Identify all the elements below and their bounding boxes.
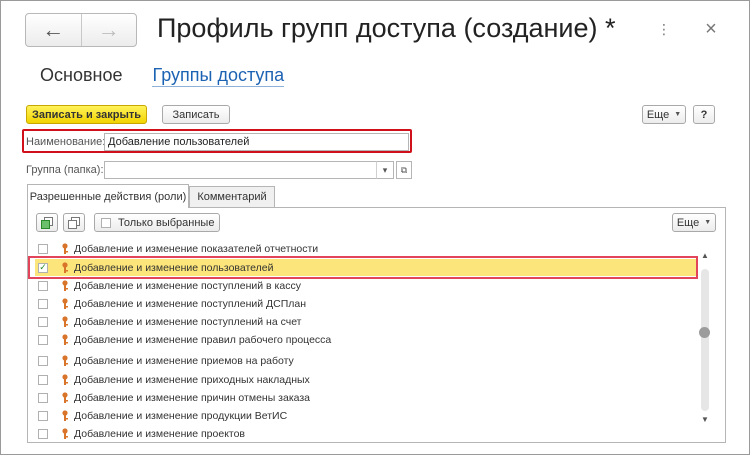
page-title: Профиль групп доступа (создание) *: [157, 13, 616, 43]
role-label: Добавление и изменение правил рабочего п…: [74, 333, 332, 346]
role-label: Добавление и изменение приходных накладн…: [74, 373, 310, 386]
open-icon: ⧉: [400, 164, 408, 175]
only-selected-toggle[interactable]: Только выбранные: [94, 213, 220, 232]
more-button[interactable]: Еще ▼: [642, 105, 686, 124]
key-icon: [60, 279, 70, 292]
chevron-down-icon: ▾: [382, 164, 388, 175]
close-icon: ×: [705, 17, 717, 40]
scroll-track[interactable]: [701, 269, 709, 411]
nav-buttons: ← →: [25, 13, 137, 47]
role-label: Добавление и изменение поступлений на сч…: [74, 315, 302, 328]
panel-more-button[interactable]: Еще ▼: [672, 213, 716, 232]
tab-roles[interactable]: Разрешенные действия (роли): [27, 184, 189, 208]
role-label: Добавление и изменение причин отмены зак…: [74, 391, 311, 404]
role-checkbox[interactable]: [38, 280, 48, 291]
arrow-right-icon: →: [97, 17, 120, 42]
save-button[interactable]: Записать: [162, 105, 230, 124]
role-label: Добавление и изменение проектов: [74, 427, 246, 440]
only-selected-label: Только выбранные: [118, 216, 215, 229]
back-button[interactable]: ←: [26, 14, 81, 46]
check-all-button[interactable]: [36, 213, 58, 232]
list-item[interactable]: Добавление и изменение продукции ВетИС: [35, 407, 697, 424]
role-label: Добавление и изменение показателей отчет…: [74, 242, 319, 255]
list-item[interactable]: Добавление и изменение показателей отчет…: [35, 240, 697, 257]
form-window: ← → Профиль групп доступа (создание) * ⋮…: [0, 0, 750, 455]
key-icon: [60, 315, 70, 328]
group-label: Группа (папка):: [26, 164, 104, 176]
role-checkbox[interactable]: [38, 410, 48, 421]
checkbox-icon: [101, 217, 111, 228]
list-item[interactable]: Добавление и изменение правил рабочего п…: [35, 331, 697, 348]
tab-access-groups[interactable]: Группы доступа: [152, 65, 285, 87]
key-icon: [60, 297, 70, 310]
list-item[interactable]: Добавление и изменение поступлений ДСПла…: [35, 295, 697, 312]
role-checkbox[interactable]: [38, 392, 48, 403]
uncheck-all-button[interactable]: [63, 213, 85, 232]
more-label: Еще: [646, 108, 670, 121]
list-item[interactable]: Добавление и изменение приходных накладн…: [35, 371, 697, 388]
close-button[interactable]: ×: [700, 18, 722, 40]
group-input[interactable]: [104, 161, 394, 179]
key-icon: [60, 373, 70, 386]
list-item[interactable]: Добавление и изменение поступлений на сч…: [35, 313, 697, 330]
list-item[interactable]: Добавление и изменение причин отмены зак…: [35, 389, 697, 406]
key-icon: [60, 427, 70, 440]
role-checkbox[interactable]: [38, 316, 48, 327]
key-icon: [60, 409, 70, 422]
role-checkbox[interactable]: [38, 334, 48, 345]
role-checkbox[interactable]: ✓: [38, 262, 48, 273]
key-icon: [60, 242, 70, 255]
list-item[interactable]: ✓ Добавление и изменение пользователей: [35, 259, 697, 276]
chevron-down-icon: ▼: [674, 111, 682, 118]
role-label: Добавление и изменение пользователей: [74, 261, 274, 274]
role-checkbox[interactable]: [38, 298, 48, 309]
key-icon: [60, 261, 70, 274]
chevron-down-icon: ▼: [704, 219, 712, 226]
role-label: Добавление и изменение поступлений ДСПла…: [74, 297, 307, 310]
tab-main[interactable]: Основное: [40, 65, 122, 87]
forward-button[interactable]: →: [80, 14, 137, 46]
role-label: Добавление и изменение приемов на работу: [74, 354, 294, 367]
group-open-button[interactable]: ⧉: [396, 161, 412, 179]
role-label: Добавление и изменение продукции ВетИС: [74, 409, 288, 422]
panel-more-label: Еще: [676, 216, 700, 229]
scroll-up-icon[interactable]: ▲: [701, 251, 709, 260]
vertical-dots-icon: ⋮: [657, 21, 671, 37]
role-checkbox[interactable]: [38, 355, 48, 366]
role-checkbox[interactable]: [38, 374, 48, 385]
arrow-left-icon: ←: [42, 17, 65, 42]
role-checkbox[interactable]: [38, 428, 48, 439]
save-and-close-button[interactable]: Записать и закрыть: [26, 105, 147, 124]
key-icon: [60, 354, 70, 367]
group-dropdown-button[interactable]: ▾: [376, 161, 394, 179]
help-button[interactable]: ?: [693, 105, 715, 124]
key-icon: [60, 333, 70, 346]
key-icon: [60, 391, 70, 404]
list-scrollbar[interactable]: ▲ ▼: [698, 249, 712, 429]
uncheck-all-icon: [68, 216, 80, 229]
list-item[interactable]: Добавление и изменение поступлений в кас…: [35, 277, 697, 294]
form-sections: Основное Группы доступа: [40, 65, 285, 87]
more-menu-button[interactable]: ⋮: [653, 18, 675, 40]
scroll-thumb[interactable]: [699, 327, 710, 338]
role-label: Добавление и изменение поступлений в кас…: [74, 279, 301, 292]
list-item[interactable]: Добавление и изменение проектов: [35, 425, 697, 442]
check-all-icon: [41, 216, 53, 229]
list-item[interactable]: Добавление и изменение приемов на работу: [35, 352, 697, 369]
role-checkbox[interactable]: [38, 243, 48, 254]
scroll-down-icon[interactable]: ▼: [701, 415, 709, 424]
name-highlight-frame: [22, 129, 412, 153]
tab-comment[interactable]: Комментарий: [189, 186, 275, 207]
